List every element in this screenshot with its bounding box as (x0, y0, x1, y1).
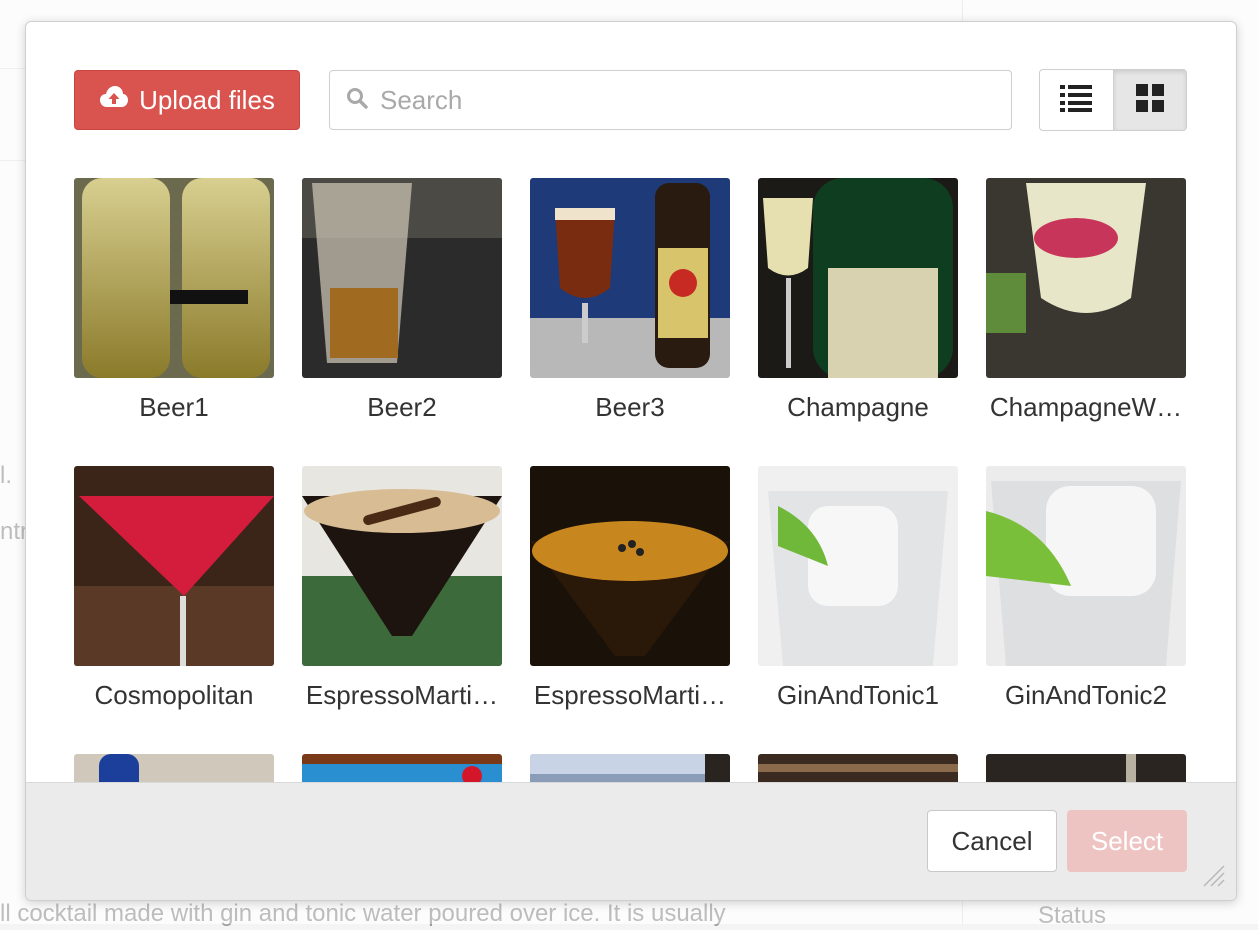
cloud-upload-icon (99, 85, 139, 116)
file-tile[interactable] (530, 754, 730, 782)
view-toggle (1039, 69, 1187, 131)
file-thumbnail-espresso-martini-1 (302, 466, 502, 666)
file-tile[interactable]: EspressoMarti… (530, 466, 730, 711)
resize-handle-icon[interactable] (1200, 862, 1226, 893)
search-icon (346, 87, 368, 114)
file-thumbnail-beer1 (74, 178, 274, 378)
file-name: Champagne (787, 392, 929, 422)
file-tile[interactable]: ChampagneW… (986, 178, 1186, 423)
dialog-footer: Cancel Select (26, 782, 1236, 900)
file-thumbnail-gin-and-tonic-1 (758, 466, 958, 666)
file-tile[interactable] (74, 754, 274, 782)
file-tile[interactable] (758, 754, 958, 782)
file-name: Beer2 (367, 392, 437, 422)
list-icon (1060, 84, 1093, 117)
file-tile[interactable]: EspressoMarti… (302, 466, 502, 711)
file-thumbnail-beer3 (530, 178, 730, 378)
file-tile[interactable]: Beer1 (74, 178, 274, 423)
file-tile[interactable] (302, 754, 502, 782)
file-name: Beer3 (595, 392, 665, 422)
file-thumbnail (530, 754, 730, 782)
file-thumbnail-beer2 (302, 178, 502, 378)
search-box[interactable] (329, 70, 1012, 130)
upload-files-button[interactable]: Upload files (74, 70, 300, 130)
file-name: EspressoMarti… (305, 680, 499, 710)
file-tile[interactable]: GinAndTonic1 (758, 466, 958, 711)
file-tile[interactable]: GinAndTonic2 (986, 466, 1186, 711)
file-name: GinAndTonic1 (777, 680, 939, 710)
cancel-button[interactable]: Cancel (927, 810, 1057, 872)
file-tile[interactable] (986, 754, 1186, 782)
select-button[interactable]: Select (1067, 810, 1187, 872)
file-name: GinAndTonic2 (1005, 680, 1167, 710)
file-thumbnail-espresso-martini-2 (530, 466, 730, 666)
file-thumbnail-gin-and-tonic-2 (986, 466, 1186, 666)
file-tile[interactable]: Beer2 (302, 178, 502, 423)
file-name: Cosmopolitan (94, 680, 254, 710)
file-thumbnail (758, 754, 958, 782)
file-thumbnail (74, 754, 274, 782)
file-name: ChampagneW… (989, 392, 1183, 422)
file-thumbnail (302, 754, 502, 782)
file-tile[interactable]: Beer3 (530, 178, 730, 423)
search-input[interactable] (378, 83, 982, 117)
file-picker-dialog: Upload files Search Beer1 Beer2 Beer3 Ch… (25, 21, 1237, 901)
file-tile[interactable]: Cosmopolitan (74, 466, 274, 711)
upload-files-label: Upload files (139, 84, 275, 115)
file-thumbnail-cosmopolitan (74, 466, 274, 666)
file-thumbnail (986, 754, 1186, 782)
grid-view-button[interactable] (1112, 70, 1186, 130)
file-thumbnail-champagne (758, 178, 958, 378)
grid-icon (1135, 83, 1164, 117)
list-view-button[interactable] (1040, 70, 1113, 130)
file-thumbnail-champagne-w (986, 178, 1186, 378)
file-tile[interactable]: Champagne (758, 178, 958, 423)
file-grid: Beer1 Beer2 Beer3 Champagne ChampagneW… … (74, 178, 1194, 782)
file-name: EspressoMarti… (533, 680, 727, 710)
file-name: Beer1 (139, 392, 209, 422)
